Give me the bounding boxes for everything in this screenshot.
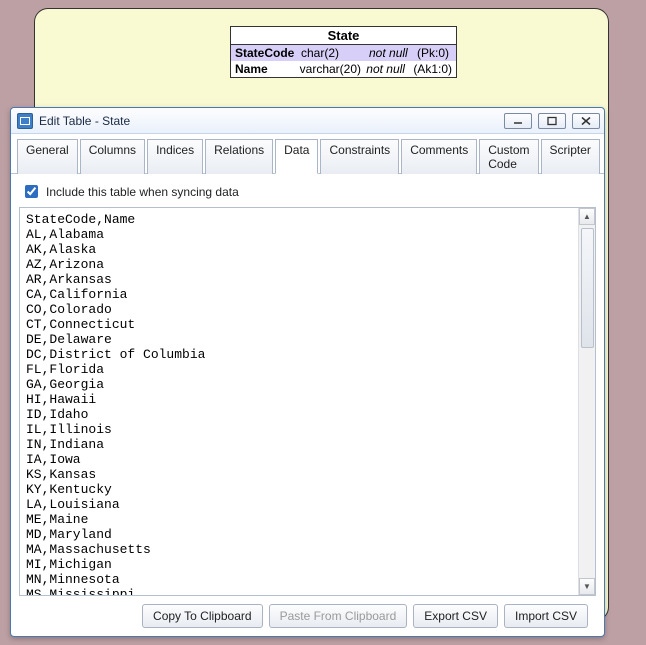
entity-col-key: (Ak1:0) [413, 62, 452, 76]
csv-text[interactable]: StateCode,Name AL,Alabama AK,Alaska AZ,A… [20, 208, 578, 595]
tab-indices[interactable]: Indices [147, 139, 203, 174]
tab-strip: GeneralColumnsIndicesRelationsDataConstr… [11, 134, 604, 174]
dialog-button-row: Copy To Clipboard Paste From Clipboard E… [19, 596, 596, 636]
vertical-scrollbar[interactable]: ▲ ▼ [578, 208, 595, 595]
entity-col-name: StateCode [235, 46, 301, 60]
dialog-title: Edit Table - State [39, 114, 130, 128]
tab-scripter[interactable]: Scripter [541, 139, 600, 174]
tab-comments[interactable]: Comments [401, 139, 477, 174]
csv-editor[interactable]: StateCode,Name AL,Alabama AK,Alaska AZ,A… [19, 207, 596, 596]
entity-column-row[interactable]: Namevarchar(20)not null(Ak1:0) [231, 61, 456, 77]
entity-col-type: char(2) [301, 46, 369, 60]
titlebar[interactable]: Edit Table - State [11, 108, 604, 134]
include-sync-label: Include this table when syncing data [46, 185, 239, 199]
entity-state[interactable]: State StateCodechar(2)not null(Pk:0)Name… [230, 26, 457, 78]
entity-title: State [231, 27, 456, 45]
maximize-button[interactable] [538, 113, 566, 129]
edit-table-dialog: Edit Table - State GeneralColumnsIndices… [10, 107, 605, 637]
tab-general[interactable]: General [17, 139, 78, 174]
export-csv-button[interactable]: Export CSV [413, 604, 498, 628]
entity-col-null: not null [369, 46, 417, 60]
entity-col-key: (Pk:0) [417, 46, 452, 60]
scroll-thumb[interactable] [581, 228, 594, 348]
tab-data[interactable]: Data [275, 139, 318, 174]
tab-constraints[interactable]: Constraints [320, 139, 399, 174]
close-button[interactable] [572, 113, 600, 129]
minimize-button[interactable] [504, 113, 532, 129]
paste-from-clipboard-button[interactable]: Paste From Clipboard [269, 604, 408, 628]
entity-col-type: varchar(20) [300, 62, 367, 76]
tab-custom-code[interactable]: Custom Code [479, 139, 538, 174]
tab-columns[interactable]: Columns [80, 139, 145, 174]
import-csv-button[interactable]: Import CSV [504, 604, 588, 628]
entity-col-name: Name [235, 62, 300, 76]
scroll-down-button[interactable]: ▼ [579, 578, 595, 595]
tab-relations[interactable]: Relations [205, 139, 273, 174]
copy-to-clipboard-button[interactable]: Copy To Clipboard [142, 604, 263, 628]
include-sync-checkbox[interactable] [25, 185, 38, 198]
scroll-up-button[interactable]: ▲ [579, 208, 595, 225]
entity-column-row[interactable]: StateCodechar(2)not null(Pk:0) [231, 45, 456, 61]
entity-col-null: not null [366, 62, 413, 76]
app-icon [17, 113, 33, 129]
include-sync-row[interactable]: Include this table when syncing data [19, 180, 596, 207]
